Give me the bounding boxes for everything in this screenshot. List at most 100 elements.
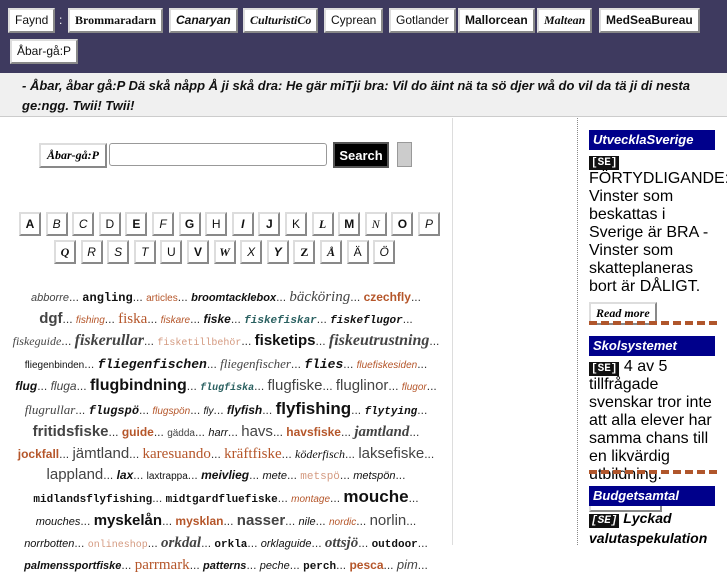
- tag-link[interactable]: orkdal: [161, 535, 201, 551]
- tag-link[interactable]: czechfly: [364, 290, 411, 304]
- tag-link[interactable]: midlandsflyfishing: [33, 494, 152, 506]
- tag-link[interactable]: harr: [208, 427, 228, 439]
- tag-link[interactable]: mete: [262, 470, 286, 482]
- nav-item[interactable]: Åbar-gå:P: [10, 39, 79, 64]
- nav-item[interactable]: Gotlander: [389, 8, 456, 33]
- letter-key[interactable]: W: [213, 240, 236, 264]
- tag-link[interactable]: fluga: [51, 379, 77, 393]
- tag-link[interactable]: meivlieg: [201, 468, 249, 482]
- letter-key[interactable]: D: [98, 212, 121, 236]
- tag-link[interactable]: flytying: [364, 406, 417, 418]
- tag-link[interactable]: mouche: [343, 487, 408, 506]
- tag-link[interactable]: guide: [122, 425, 154, 439]
- scroll-handle[interactable]: [397, 142, 412, 167]
- tag-link[interactable]: fliegenbinden: [25, 360, 85, 371]
- tag-link[interactable]: nordic: [329, 517, 356, 528]
- tag-link[interactable]: nile: [299, 516, 316, 528]
- tag-link[interactable]: flug: [15, 379, 37, 393]
- nav-item[interactable]: MedSeaBureau: [599, 8, 700, 33]
- tag-link[interactable]: mouches: [36, 516, 81, 528]
- nav-item[interactable]: Cyprean: [324, 8, 384, 33]
- tag-link[interactable]: fliegenfischer: [220, 356, 291, 371]
- tag-link[interactable]: norlin: [370, 512, 407, 529]
- tag-link[interactable]: laksefiske: [358, 445, 424, 462]
- letter-key[interactable]: Q: [54, 240, 76, 264]
- tag-link[interactable]: nasser: [237, 512, 285, 529]
- tag-link[interactable]: fisketips: [255, 332, 316, 349]
- search-input[interactable]: [109, 143, 327, 166]
- tag-link[interactable]: angling: [82, 291, 132, 305]
- tag-link[interactable]: broomtacklebox: [191, 292, 276, 304]
- tag-link[interactable]: flugbindning: [90, 377, 187, 394]
- tag-link[interactable]: bäcköring: [289, 289, 350, 305]
- tag-link[interactable]: jämtland: [72, 445, 129, 462]
- letter-key[interactable]: Ä: [346, 240, 369, 264]
- search-label-button[interactable]: Åbar-gå:P: [39, 143, 107, 168]
- tag-link[interactable]: fiskefiskar: [244, 315, 317, 327]
- tag-link[interactable]: fiskerullar: [75, 332, 144, 349]
- tag-link[interactable]: fluglinor: [336, 377, 389, 394]
- tag-link[interactable]: köderfisch: [295, 447, 345, 461]
- tag-link[interactable]: fishing: [76, 315, 105, 326]
- tag-link[interactable]: metspö: [300, 471, 340, 483]
- tag-link[interactable]: jockfall: [18, 447, 59, 461]
- letter-key[interactable]: A: [19, 212, 41, 236]
- letter-key[interactable]: M: [338, 212, 361, 236]
- tag-link[interactable]: fluefiskesiden: [357, 360, 418, 371]
- letter-key[interactable]: L: [311, 212, 334, 236]
- letter-key[interactable]: F: [152, 212, 174, 236]
- letter-key[interactable]: T: [133, 240, 156, 264]
- letter-key[interactable]: C: [72, 212, 95, 236]
- letter-key[interactable]: I: [231, 212, 254, 236]
- tag-link[interactable]: midtgardfluefiske: [166, 494, 278, 506]
- article-title[interactable]: Skolsystemet: [589, 336, 715, 356]
- tag-link[interactable]: havsfiske: [286, 425, 341, 439]
- tag-link[interactable]: patterns: [203, 560, 246, 572]
- tag-link[interactable]: fliegenfischen: [98, 357, 207, 372]
- nav-item[interactable]: Maltean: [537, 8, 593, 33]
- tag-link[interactable]: myskelån: [94, 512, 162, 529]
- letter-key[interactable]: Z: [293, 240, 316, 264]
- letter-key[interactable]: G: [178, 212, 201, 236]
- letter-key[interactable]: H: [205, 212, 228, 236]
- tag-link[interactable]: fiskare: [161, 315, 190, 326]
- letter-key[interactable]: K: [285, 212, 307, 236]
- tag-link[interactable]: lappland: [47, 466, 104, 483]
- nav-item[interactable]: Brommaradarn: [68, 8, 164, 33]
- tag-link[interactable]: dgf: [39, 310, 62, 327]
- tag-link[interactable]: fiskeguide: [13, 334, 62, 348]
- letter-key[interactable]: B: [45, 212, 68, 236]
- letter-key[interactable]: S: [107, 240, 130, 264]
- tag-link[interactable]: flugfiske: [268, 377, 323, 394]
- tag-link[interactable]: flyfishing: [276, 399, 352, 418]
- tag-link[interactable]: onlineshop: [88, 540, 148, 551]
- nav-item[interactable]: Canaryan: [169, 8, 238, 33]
- letter-key[interactable]: N: [364, 212, 387, 236]
- nav-item[interactable]: Mallorcean: [458, 8, 535, 33]
- tag-link[interactable]: flugspö: [89, 404, 139, 418]
- tag-link[interactable]: fritidsfiske: [33, 423, 109, 440]
- tag-link[interactable]: lax: [117, 468, 134, 482]
- letter-key[interactable]: Ö: [373, 240, 396, 264]
- tag-link[interactable]: montage: [291, 494, 330, 505]
- tag-link[interactable]: fiskeflugor: [330, 315, 403, 327]
- letter-key[interactable]: V: [187, 240, 209, 264]
- tag-link[interactable]: pim: [397, 557, 418, 572]
- letter-key[interactable]: E: [125, 212, 148, 236]
- tag-link[interactable]: pesca: [349, 558, 383, 572]
- letter-key[interactable]: O: [391, 212, 414, 236]
- tag-link[interactable]: fiske: [203, 312, 230, 326]
- tag-link[interactable]: flugspön: [152, 406, 190, 417]
- tag-link[interactable]: havs: [241, 423, 273, 440]
- letter-key[interactable]: R: [80, 240, 103, 264]
- tag-link[interactable]: flugfiska: [200, 383, 254, 394]
- nav-item[interactable]: Faynd: [8, 8, 56, 33]
- nav-item[interactable]: CulturistiCo: [243, 8, 319, 33]
- tag-link[interactable]: jamtland: [354, 424, 409, 440]
- tag-link[interactable]: ottsjö: [325, 535, 358, 551]
- tag-link[interactable]: karesuando: [143, 446, 211, 462]
- tag-link[interactable]: gädda: [167, 428, 195, 439]
- tag-link[interactable]: palmenssportfiske: [24, 560, 121, 572]
- letter-key[interactable]: Y: [266, 240, 289, 264]
- tag-link[interactable]: laxtrappa: [147, 471, 188, 482]
